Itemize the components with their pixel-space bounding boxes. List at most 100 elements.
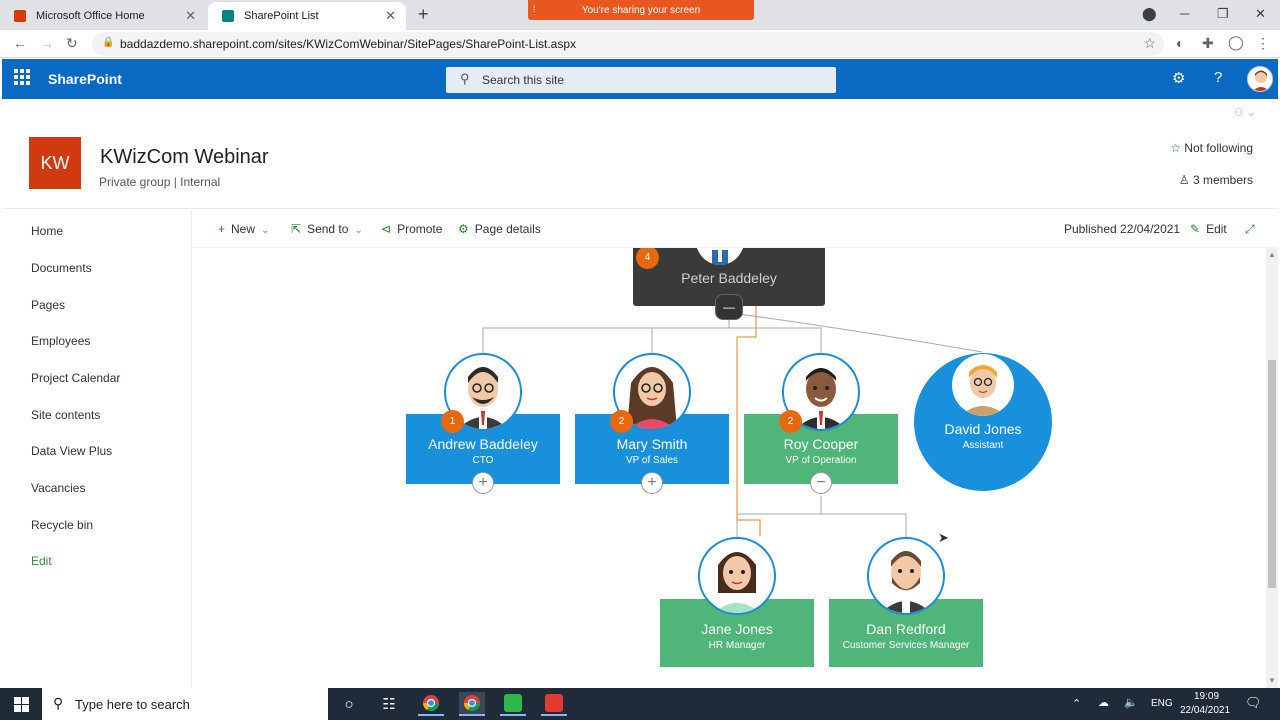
promote-button[interactable]: ⊲ Promote [381,222,442,236]
edit-button[interactable]: ✎ Edit [1190,222,1227,236]
help-icon[interactable]: ? [1214,69,1222,86]
search-input[interactable]: ⚲ Search this site [446,67,836,93]
scroll-down-icon[interactable]: ▼ [1268,676,1276,685]
node-name: Dan Redford [866,621,946,637]
nav-item-home[interactable]: Home [31,224,63,238]
extension-icon[interactable]: ◐ [1176,35,1184,51]
tab-sharepoint-list[interactable]: SharePoint List ✕ [208,2,406,30]
camtasia-recorder-icon[interactable] [500,692,526,716]
expand-icon[interactable]: + [641,472,663,494]
avatar [952,354,1014,416]
node-name: David Jones [944,421,1022,437]
follow-button[interactable]: ☆ Not following [1170,141,1253,155]
follow-label: Not following [1184,141,1253,155]
url-field[interactable]: 🔒 baddazdemo.sharepoint.com/sites/KWizCo… [92,32,1164,56]
weather-icon[interactable]: ☁ [1098,696,1109,709]
site-logo[interactable]: KW [29,137,81,189]
gear-icon: ⚙ [458,222,469,236]
tab-label: SharePoint List [244,10,319,22]
collapse-icon[interactable]: — [715,294,743,320]
windows-start-icon[interactable] [14,697,29,712]
scroll-up-icon[interactable]: ▲ [1268,250,1276,259]
expand-icon[interactable]: ⤢ [1245,222,1255,237]
puzzle-icon[interactable]: ✚ [1202,35,1214,52]
sharepoint-icon [222,10,234,22]
new-tab-icon[interactable]: + [418,4,429,25]
site-title[interactable]: KWizCom Webinar [100,146,269,169]
page-scrollbar[interactable]: ▲ ▼ [1266,248,1278,688]
user-avatar[interactable] [1247,66,1273,92]
nav-item-data-view-plus[interactable]: Data View Plus [31,444,112,458]
node-title: Customer Services Manager [842,640,970,651]
node-title: VP of Operation [785,455,857,466]
clock-date[interactable]: 22/04/2021 [1180,705,1230,716]
settings-gear-icon[interactable]: ⚙ [1172,69,1185,87]
nav-item-pages[interactable]: Pages [31,298,65,312]
camtasia-icon[interactable] [541,692,567,716]
tab-office-home[interactable]: Microsoft Office Home ✕ [0,2,206,30]
url-text: baddazdemo.sharepoint.com/sites/KWizComW… [120,37,576,51]
megaphone-icon: ⊲ [381,222,392,236]
browser-tab-strip: Microsoft Office Home ✕ SharePoint List … [0,0,1280,30]
site-permissions-icon[interactable]: ⚇ ⌄ [1234,106,1256,119]
nav-item-vacancies[interactable]: Vacancies [31,481,85,495]
language-indicator[interactable]: ENG [1151,698,1173,709]
app-launcher-icon[interactable] [14,69,30,85]
window-close-icon[interactable]: ✕ [1255,6,1266,22]
page-details-label: Page details [474,222,541,236]
count-badge: 2 [779,410,802,433]
members-button[interactable]: ♙ 3 members [1179,173,1253,187]
page-details-button[interactable]: ⚙ Page details [458,222,541,236]
node-name: Mary Smith [616,436,688,452]
app-name[interactable]: SharePoint [48,71,122,87]
close-icon[interactable]: ✕ [385,8,396,24]
volume-icon[interactable]: 🔈 [1124,696,1138,709]
site-navigation: Home Documents Pages Employees Project C… [2,210,192,688]
tray-overflow-icon[interactable]: ⌃ [1072,697,1081,710]
back-icon[interactable]: ← [13,35,27,51]
nav-item-site-contents[interactable]: Site contents [31,408,100,422]
chevron-down-icon: ⌄ [261,225,270,236]
account-icon[interactable]: ◯ [1228,34,1244,51]
mouse-cursor-icon: ➤ [938,530,949,545]
nav-item-recycle-bin[interactable]: Recycle bin [31,518,93,532]
collapse-icon[interactable]: − [810,472,832,494]
expand-icon[interactable]: + [472,472,494,494]
profile-menu-icon[interactable]: ⬤ [1142,6,1157,22]
bookmark-star-icon[interactable]: ☆ [1143,35,1156,52]
cortana-icon[interactable]: ○ [336,692,362,716]
reload-icon[interactable]: ↻ [66,35,78,52]
published-status: Published 22/04/2021 [1064,222,1181,236]
close-icon[interactable]: ✕ [185,8,196,24]
new-button[interactable]: + New ⌄ [218,222,269,236]
node-title: HR Manager [708,640,766,651]
notifications-icon[interactable]: 🗨 [1245,695,1262,711]
chevron-down-icon: ⌄ [354,225,363,236]
send-to-button[interactable]: ⇱ Send to ⌄ [291,222,363,236]
plus-icon: + [218,222,226,236]
node-name: Jane Jones [701,621,773,637]
nav-item-documents[interactable]: Documents [31,261,92,275]
task-view-icon[interactable]: ☷ [376,692,402,716]
screen-sharing-banner: ⁞ You're sharing your screen [528,0,754,20]
node-name: Andrew Baddeley [428,436,538,452]
org-chart-canvas[interactable]: Peter Baddeley 4 — Andrew Baddeley CTO 1… [192,248,1266,688]
nav-edit-link[interactable]: Edit [31,554,52,568]
drag-handle-icon[interactable]: ⁞ [533,4,535,14]
taskbar-search-input[interactable]: ⚲ Type here to search [42,688,328,720]
forward-icon[interactable]: → [40,35,54,51]
clock-time[interactable]: 19:09 [1194,691,1219,702]
chrome-icon[interactable] [459,692,485,716]
node-title: VP of Sales [625,455,679,466]
nav-item-employees[interactable]: Employees [31,334,90,348]
minimize-icon[interactable]: ─ [1180,6,1189,21]
lock-icon: 🔒 [102,37,115,48]
nav-item-project-calendar[interactable]: Project Calendar [31,371,120,385]
restore-icon[interactable]: ❐ [1217,6,1229,22]
chrome-icon[interactable] [418,692,444,716]
new-label: New [231,222,256,236]
search-icon: ⚲ [53,695,64,711]
edit-label: Edit [1206,222,1227,236]
browser-menu-icon[interactable]: ⋮ [1256,35,1270,52]
scrollbar-thumb[interactable] [1268,360,1276,588]
